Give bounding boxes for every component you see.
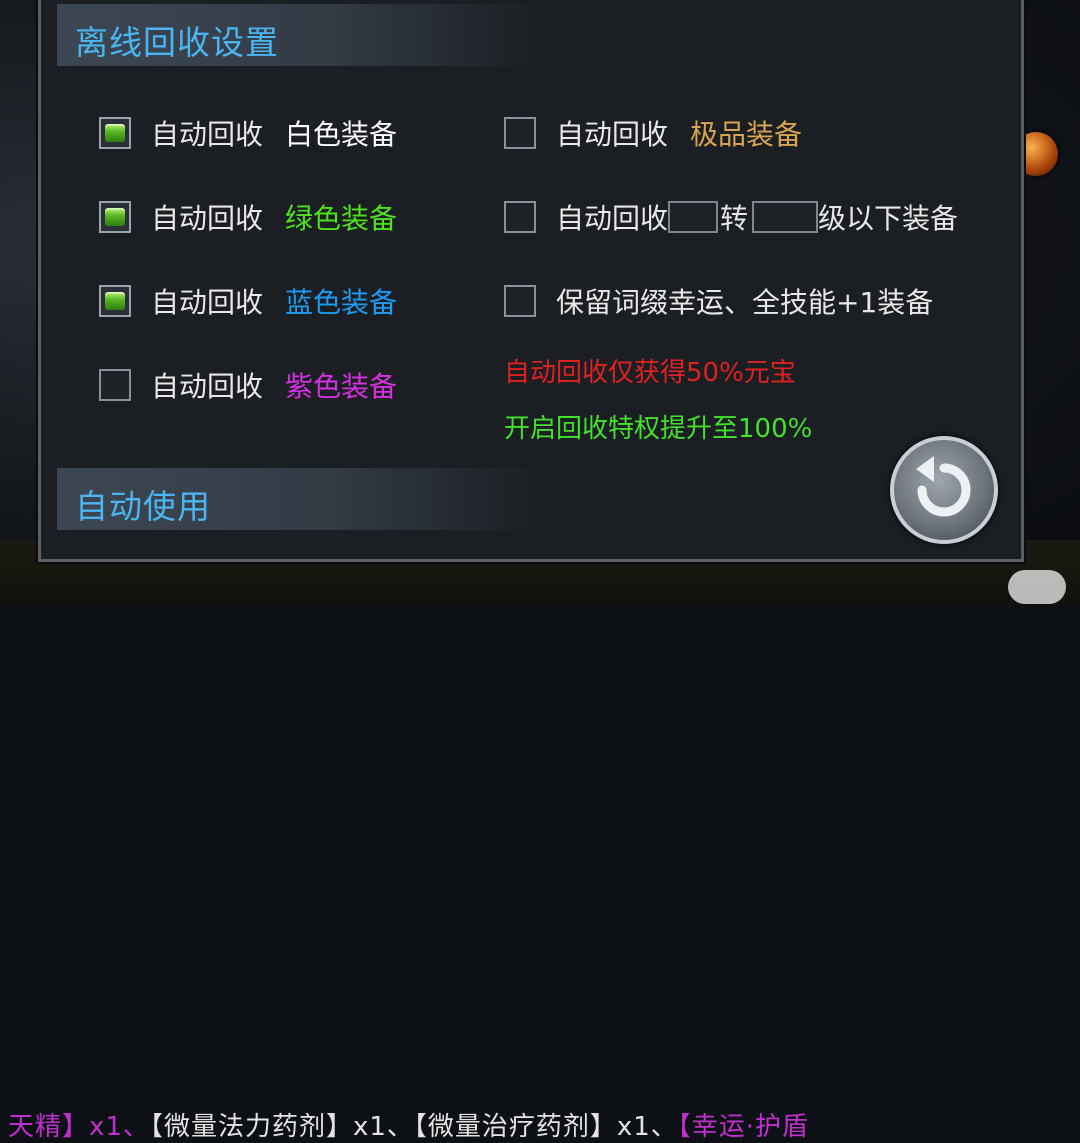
- gear-label-purple: 紫色装备: [285, 370, 398, 403]
- checkbox-premium-gear[interactable]: [504, 117, 536, 149]
- offline-recycle-dialog: 离线回收设置 自动回收 白色装备 自动回收 绿色装备 自动回收 蓝色装备 自动回…: [38, 0, 1024, 562]
- back-arrow-icon: [916, 456, 971, 517]
- option-prefix: 自动回收: [556, 118, 669, 151]
- option-prefix: 自动回收: [151, 118, 264, 151]
- reincarnation-unit-label: 转: [720, 202, 749, 235]
- section-header-recycle: 离线回收设置: [57, 4, 547, 66]
- checkbox-white-gear[interactable]: [99, 117, 131, 149]
- gear-label-blue: 蓝色装备: [285, 286, 398, 319]
- option-prefix: 自动回收: [151, 286, 264, 319]
- option-prefix: 自动回收: [151, 370, 264, 403]
- gear-label-green: 绿色装备: [285, 202, 398, 235]
- chat-message: 天精】x1、【微量法力药剂】x1、【微量治疗药剂】x1、【幸运·护盾: [8, 1112, 810, 1142]
- option-premium-gear[interactable]: 自动回收 极品装备: [504, 113, 802, 153]
- privilege-note: 开启回收特权提升至100%: [504, 414, 813, 444]
- level-suffix-label: 级以下装备: [818, 202, 959, 235]
- level-input[interactable]: [752, 201, 819, 233]
- checkbox-keep-affix[interactable]: [504, 285, 536, 317]
- gear-label-white: 白色装备: [285, 118, 398, 151]
- option-purple-gear[interactable]: 自动回收 紫色装备: [99, 365, 397, 405]
- back-button[interactable]: [890, 436, 998, 544]
- chat-icon[interactable]: [1008, 570, 1066, 604]
- gear-label-premium: 极品装备: [690, 118, 803, 151]
- section-title-auto-use: 自动使用: [75, 487, 211, 526]
- section-title-recycle: 离线回收设置: [75, 23, 279, 62]
- checkbox-reincarnation-level[interactable]: [504, 201, 536, 233]
- option-keep-affix[interactable]: 保留词缀幸运、全技能+1装备: [504, 281, 933, 321]
- option-blue-gear[interactable]: 自动回收 蓝色装备: [99, 281, 397, 321]
- option-reincarnation-level[interactable]: 自动回收 转 级以下装备: [504, 197, 958, 237]
- reincarnation-input[interactable]: [668, 201, 719, 233]
- checkbox-blue-gear[interactable]: [99, 285, 131, 317]
- checkbox-purple-gear[interactable]: [99, 369, 131, 401]
- section-header-auto-use[interactable]: 自动使用: [57, 468, 547, 530]
- checkbox-green-gear[interactable]: [99, 201, 131, 233]
- option-white-gear[interactable]: 自动回收 白色装备: [99, 113, 397, 153]
- keep-affix-label: 保留词缀幸运、全技能+1装备: [556, 286, 934, 319]
- option-prefix: 自动回收: [556, 202, 669, 235]
- option-green-gear[interactable]: 自动回收 绿色装备: [99, 197, 397, 237]
- recycle-warning: 自动回收仅获得50%元宝: [504, 358, 796, 388]
- option-prefix: 自动回收: [151, 202, 264, 235]
